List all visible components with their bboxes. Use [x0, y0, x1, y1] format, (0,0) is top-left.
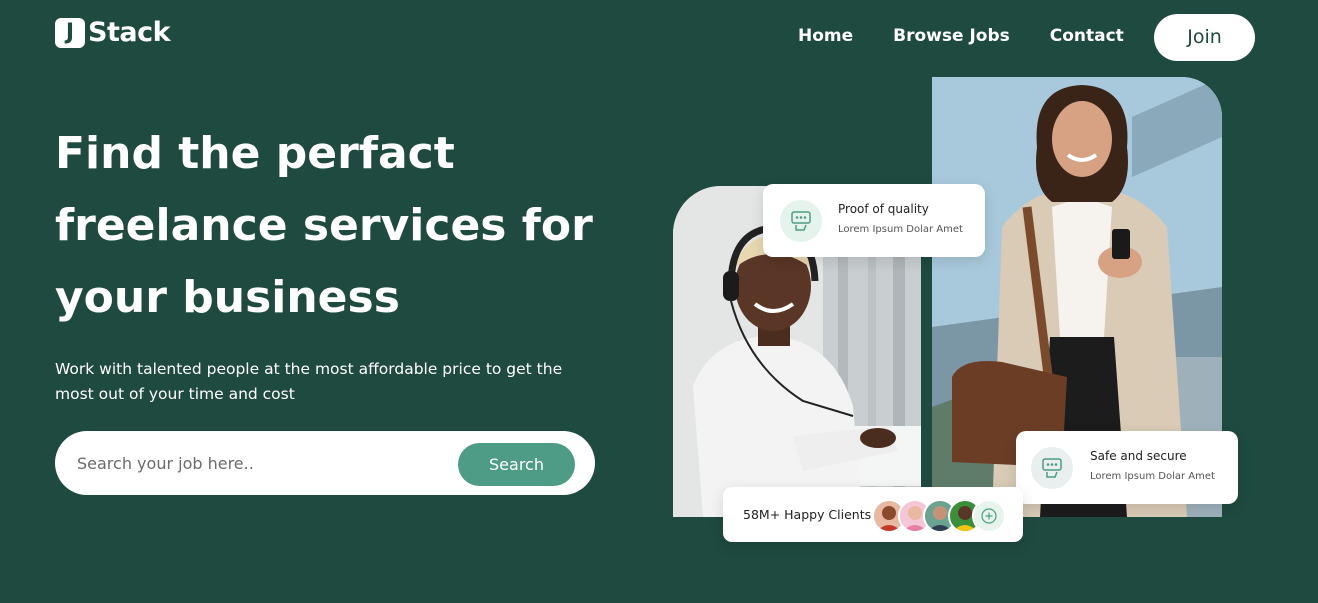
nav-home[interactable]: Home	[798, 26, 853, 46]
logo-text: Stack	[88, 17, 171, 48]
search-bar: Search	[55, 431, 595, 495]
quality-card-desc: Lorem Ipsum Dolar Amet	[838, 224, 963, 235]
main-nav: Home Browse Jobs Contact	[798, 26, 1124, 46]
logo-mark: J	[55, 17, 85, 48]
clients-label: 58M+ Happy Clients	[743, 507, 872, 522]
badge-icon	[1031, 447, 1073, 489]
secure-card-title: Safe and secure	[1090, 449, 1187, 463]
hero-title: Find the perfact freelance services for …	[55, 128, 593, 323]
badge-icon	[780, 200, 822, 242]
secure-card-desc: Lorem Ipsum Dolar Amet	[1090, 471, 1215, 482]
nav-browse-jobs[interactable]: Browse Jobs	[893, 26, 1010, 46]
search-input[interactable]	[75, 452, 449, 474]
nav-contact[interactable]: Contact	[1050, 26, 1124, 46]
quality-card-title: Proof of quality	[838, 202, 929, 216]
secure-card: Safe and secure Lorem Ipsum Dolar Amet	[1016, 431, 1238, 504]
plus-circle-icon[interactable]	[972, 499, 1006, 533]
hero-subtitle: Work with talented people at the most af…	[55, 360, 563, 403]
search-button[interactable]: Search	[458, 443, 575, 486]
quality-card: Proof of quality Lorem Ipsum Dolar Amet	[763, 184, 985, 257]
join-button[interactable]: Join	[1154, 14, 1255, 61]
logo[interactable]: J Stack	[55, 17, 171, 48]
